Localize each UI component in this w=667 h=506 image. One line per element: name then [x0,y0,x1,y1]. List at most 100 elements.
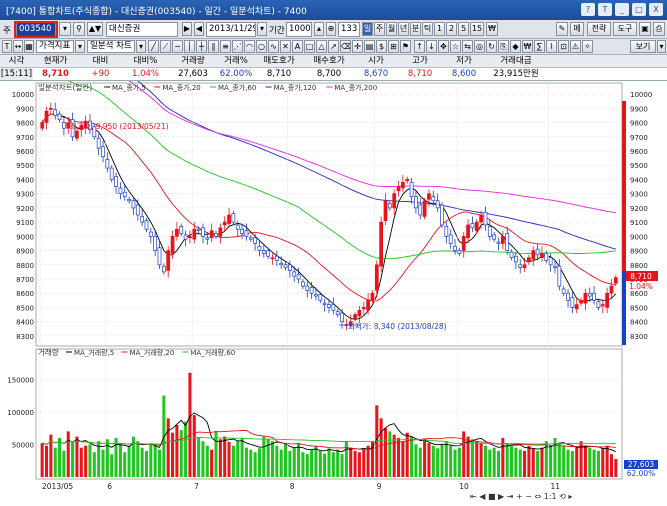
candle-body [222,221,227,226]
view-dropdown[interactable]: ▾ [657,40,666,53]
minimize-button[interactable]: _ [615,3,629,16]
volume-bar [257,448,261,477]
period-spinner[interactable]: ▴ [314,22,324,36]
volume-bar [518,449,522,477]
view-button[interactable]: 보기 [630,40,656,53]
interval-1-button[interactable]: 1 [434,22,445,36]
star-icon[interactable]: ☆ [450,40,461,53]
interval-month-button[interactable]: 월 [386,22,397,36]
up-arrow-icon[interactable]: ↑ [414,40,425,53]
code-dropdown-button[interactable]: ▾ [59,22,71,36]
target-icon[interactable]: ◎ [474,40,485,53]
date-input[interactable]: 2013/11/29 [206,22,256,37]
chart-type-select[interactable]: 가격지표 [36,40,74,53]
volume-legend-label: MA_거래량,60 [190,348,235,357]
period-input[interactable]: 1000 [286,22,312,37]
quote-header: 시각 현재가 대비 대비% 거래량 거래% 매도호가 매수호가 시가 고가 저가… [0,55,667,68]
maximize-button[interactable]: □ [632,3,646,16]
text-tool-icon[interactable]: A [292,40,303,53]
help-button[interactable]: ? [581,3,595,16]
interval-2-button[interactable]: 2 [446,22,457,36]
chart-area[interactable]: 10000 9900 9800 9700 9600 9500 9400 9300 9200 910… [0,29,667,506]
back-icon[interactable]: ◀ [194,22,204,36]
bookmark-icon[interactable]: ⚑ [400,40,411,53]
fibo-tool-icon[interactable]: ≡ [220,40,231,53]
interval-tick-button[interactable]: 틱 [422,22,433,36]
header-volume-pct: 거래% [224,56,248,66]
candle-body [40,122,45,129]
volume-bar [205,445,209,477]
stock-name-field[interactable]: 대신증권 [106,22,178,37]
lock-icon[interactable]: ⊡ [558,40,569,53]
chart-type-dropdown[interactable]: ▾ [75,40,85,53]
rect-tool-icon[interactable]: □ [304,40,315,53]
print-icon[interactable]: ⎙ [653,22,665,36]
volume-bar [436,448,440,477]
interval-day-button[interactable]: 일 [362,22,373,36]
won-icon[interactable]: ₩ [486,22,498,36]
cycle-tool-icon[interactable]: ∿ [268,40,279,53]
copy-icon[interactable]: ⎘ [498,40,509,53]
strategy-button[interactable]: 전략 [587,22,611,36]
candle-body [122,191,127,197]
interval-minute-button[interactable]: 분 [410,22,421,36]
refresh-icon[interactable]: ↻ [486,40,497,53]
down-arrow-icon[interactable]: ↓ [426,40,437,53]
cross-tool-icon[interactable]: ┼ [196,40,207,53]
arrow-tool-icon[interactable]: ↗ [328,40,339,53]
volume-bar [301,452,305,477]
count-input[interactable]: 133 [338,22,360,37]
calc-icon[interactable]: ∑ [534,40,545,53]
tools-button[interactable]: 도구 [613,22,637,36]
search-icon[interactable]: ⚲ [73,22,85,36]
interval-15-button[interactable]: 15 [470,22,484,36]
diamond-icon[interactable]: ◆ [510,40,521,53]
candle-body [574,304,579,310]
zoom-icon[interactable]: ⊞ [388,40,399,53]
candle-body [440,204,444,226]
arc-tool-icon[interactable]: ◠ [244,40,255,53]
eraser-icon[interactable]: ⌫ [340,40,351,53]
move-icon[interactable]: ✥ [438,40,449,53]
nav-controls[interactable]: ⇤ ◀ ■ ▶ ⇥ + − ⇔ 1:1 ⟲ ▸ [470,492,572,501]
analysis-dropdown[interactable]: ▾ [136,40,146,53]
candle-body [196,228,201,231]
crosshair-icon[interactable]: ✛ [352,40,363,53]
line-tool-icon[interactable]: ╱ [148,40,159,53]
memo-icon[interactable]: ✎ [556,22,568,36]
volume-bar [192,415,196,477]
settings-button[interactable]: T [598,3,612,16]
interval-week-button[interactable]: 주 [374,22,385,36]
play-icon[interactable]: ▶ [182,22,192,36]
trend-tool-icon[interactable]: ⟋ [160,40,171,53]
chart-line-icon[interactable]: ⌇ [546,40,557,53]
expand-icon[interactable]: T [2,40,12,53]
fan-tool-icon[interactable]: ⋰ [232,40,243,53]
dollar-icon[interactable]: ₩ [522,40,533,53]
volume-bar [583,445,587,477]
prev-stock-button[interactable]: ▲▼ [87,22,103,36]
triangle-tool-icon[interactable]: △ [316,40,327,53]
interval-5-button[interactable]: 5 [458,22,469,36]
alert-icon[interactable]: ⚠ [570,40,581,53]
grid-icon[interactable]: ▤ [364,40,375,53]
price-icon[interactable]: $ [376,40,387,53]
bottom-nav[interactable]: ⇤ ◀ ■ ▶ ⇥ + − ⇔ 1:1 ⟲ ▸ [470,492,572,501]
interval-year-button[interactable]: 년 [398,22,409,36]
palette-icon[interactable]: ✧ [582,40,593,53]
vline-tool-icon[interactable]: │ [184,40,195,53]
channel-tool-icon[interactable]: ∥ [208,40,219,53]
close-button[interactable]: X [649,3,663,16]
layout-icon[interactable]: ▦ [24,40,34,53]
count-icon[interactable]: ⊕ [326,22,336,36]
save-icon[interactable]: ▣ [639,22,651,36]
date-dropdown-button[interactable]: ▾ [257,22,267,36]
swap-icon[interactable]: ↔ [13,40,23,53]
analysis-select[interactable]: 일분석 차트 [87,40,135,53]
hline-tool-icon[interactable]: ─ [172,40,183,53]
memo-button[interactable]: 메 [570,22,584,36]
circle-tool-icon[interactable]: ○ [256,40,267,53]
gann-tool-icon[interactable]: ✕ [280,40,291,53]
compare-icon[interactable]: ⇆ [462,40,473,53]
chart-svg[interactable]: 1000099009800970096009500940093009200910… [0,29,667,506]
